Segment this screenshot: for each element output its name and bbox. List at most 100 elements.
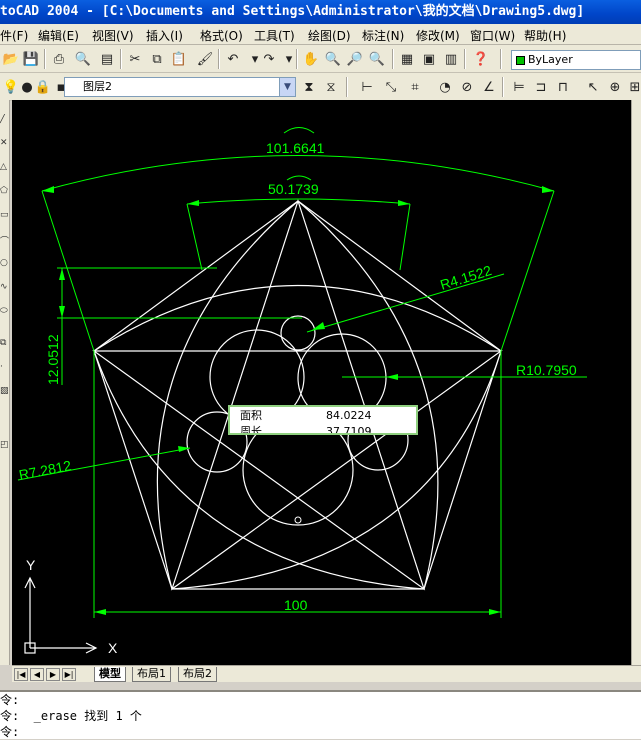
insert-block-icon[interactable]: ⧉ [0, 338, 10, 350]
chevron-down-icon[interactable]: ▼ [279, 78, 295, 96]
aligned-dim-icon[interactable]: ⤡ [380, 76, 402, 98]
leader-icon[interactable]: ↖ [582, 76, 604, 98]
layout-tabs-bar: |◀ ◀ ▶ ▶| 模型 布局1 布局2 [12, 665, 641, 682]
spline-icon[interactable]: ∿ [0, 282, 10, 294]
outer-arc-symbol [283, 127, 315, 134]
toolbar-separator [502, 77, 504, 97]
publish-icon[interactable]: ▤ [96, 48, 118, 70]
tool-palettes-icon[interactable]: ▥ [440, 48, 462, 70]
toolbar-separator [500, 49, 502, 69]
make-current-layer-icon[interactable]: ⧗ [298, 76, 320, 98]
menu-modify[interactable]: 修改(M) [416, 27, 460, 44]
continue-dim-icon[interactable]: ⊓ [552, 76, 574, 98]
menu-draw[interactable]: 绘图(D) [308, 27, 351, 44]
drawing-canvas[interactable]: 101.6641 50.1739 12.0512 R4.1522 R10.795… [12, 100, 631, 665]
paste-icon[interactable]: 📋 [168, 48, 190, 70]
print-preview-icon[interactable]: 🔍 [72, 48, 94, 70]
print-icon[interactable]: ⎙ [48, 48, 70, 70]
help-icon[interactable]: ❓ [470, 48, 492, 70]
ellipse-icon[interactable]: ⬭ [0, 306, 10, 318]
next-tab-icon[interactable]: ▶ [46, 668, 60, 681]
arrow-inner-left [187, 200, 199, 206]
point-icon[interactable]: · [0, 362, 10, 374]
hatch-icon[interactable]: ▧ [0, 386, 10, 398]
command-prompt[interactable]: 令: [0, 724, 19, 740]
tooltip-perimeter-label: 周长 [240, 425, 262, 435]
redo-icon[interactable]: ↷ [258, 48, 280, 70]
diameter-dim-icon[interactable]: ⊘ [456, 76, 478, 98]
polyline-icon[interactable]: △ [0, 162, 10, 174]
arc-left [156, 200, 299, 590]
zoom-realtime-icon[interactable]: 🔍 [322, 48, 344, 70]
arc-icon[interactable]: ⌒ [0, 234, 10, 246]
zoom-window-icon[interactable]: 🔎 [344, 48, 366, 70]
arrow-outer-left [42, 186, 54, 193]
radius-dim-icon[interactable]: ◔ [434, 76, 456, 98]
line-icon[interactable]: ╱ [0, 114, 10, 126]
circle-icon[interactable]: ○ [0, 258, 10, 270]
quick-dim-icon[interactable]: ⊨ [508, 76, 530, 98]
ucs-labels: Y X [26, 557, 118, 656]
rectangle-icon[interactable]: ▭ [0, 210, 10, 222]
color-combo[interactable]: ByLayer [511, 50, 641, 70]
tab-layout2[interactable]: 布局2 [178, 667, 217, 682]
last-tab-icon[interactable]: ▶| [62, 668, 76, 681]
menu-file[interactable]: 件(F) [0, 27, 28, 44]
layer-combo-value: 图层2 [83, 80, 112, 93]
tooltip-area-label: 面积 [240, 409, 262, 422]
angular-dim-icon[interactable]: ∠ [478, 76, 500, 98]
save-icon[interactable]: 💾 [20, 48, 42, 70]
first-tab-icon[interactable]: |◀ [14, 668, 28, 681]
draw-toolbar: ╱ ✕ △ ⬠ ▭ ⌒ ○ ∿ ⬭ ⧉ · ▧ ◰ [0, 100, 10, 665]
arrow-height-bottom [59, 306, 65, 318]
menu-insert[interactable]: 插入(I) [146, 27, 183, 44]
pan-icon[interactable]: ✋ [300, 48, 322, 70]
area-tooltip: 面积 84.0224 周长 37.7109 [228, 405, 418, 435]
color-swatch [516, 55, 525, 65]
command-window[interactable]: 令: 令: _erase 找到 1 个 令: [0, 690, 641, 739]
dimension-geometry [17, 127, 587, 618]
tolerance-icon[interactable]: ⊕ [604, 76, 626, 98]
vertical-scrollbar[interactable] [631, 100, 641, 665]
construction-line-icon[interactable]: ✕ [0, 138, 10, 150]
design-center-icon[interactable]: ▣ [418, 48, 440, 70]
command-history-line: 令: _erase 找到 1 个 [0, 709, 142, 723]
polygon-icon[interactable]: ⬠ [0, 186, 10, 198]
toolbar-separator [464, 49, 466, 69]
region-icon[interactable]: ◰ [0, 440, 10, 452]
toolbar-separator [296, 49, 298, 69]
tab-layout1[interactable]: 布局1 [132, 667, 171, 682]
tab-model[interactable]: 模型 [94, 667, 126, 682]
dim-text-base: 100 [284, 597, 308, 613]
cut-icon[interactable]: ✂ [124, 48, 146, 70]
prev-tab-icon[interactable]: ◀ [30, 668, 44, 681]
center-mark-icon[interactable]: ⊞ [624, 76, 641, 98]
match-properties-icon[interactable]: 🖌 [194, 48, 216, 70]
menu-view[interactable]: 视图(V) [92, 27, 134, 44]
baseline-dim-icon[interactable]: ⊐ [530, 76, 552, 98]
ordinate-dim-icon[interactable]: ⌗ [404, 76, 426, 98]
menu-dimension[interactable]: 标注(N) [362, 27, 404, 44]
dim-text-inner-arc: 50.1739 [268, 181, 319, 197]
dim-text-radius-large: R10.7950 [516, 362, 577, 378]
dim-text-outer-arc: 101.6641 [266, 140, 325, 156]
arrow-base-right [489, 609, 501, 615]
copy-icon[interactable]: ⧉ [146, 48, 168, 70]
layer-previous-icon[interactable]: ⧖ [320, 76, 342, 98]
menu-help[interactable]: 帮助(H) [524, 27, 566, 44]
menu-window[interactable]: 窗口(W) [470, 27, 515, 44]
menu-format[interactable]: 格式(O) [200, 27, 243, 44]
menu-tools[interactable]: 工具(T) [254, 27, 295, 44]
open-icon[interactable]: 📂 [0, 48, 22, 70]
linear-dim-icon[interactable]: ⊢ [356, 76, 378, 98]
zoom-previous-icon[interactable]: 🔍 [366, 48, 388, 70]
menu-edit[interactable]: 编辑(E) [38, 27, 79, 44]
undo-icon[interactable]: ↶ [222, 48, 244, 70]
arrow-radius-large [386, 374, 398, 380]
tooltip-area-value: 84.0224 [326, 409, 372, 422]
layer-combo[interactable]: 图层2 ▼ [64, 77, 296, 97]
properties-icon[interactable]: ▦ [396, 48, 418, 70]
arrow-inner-right [398, 200, 410, 206]
drawing-svg[interactable]: 101.6641 50.1739 12.0512 R4.1522 R10.795… [12, 100, 631, 665]
standard-toolbar: 📂 💾 ⎙ 🔍 ▤ ✂ ⧉ 📋 🖌 ↶ ▾ ↷ ▾ ✋ 🔍 🔎 🔍 ▦ ▣ ▥ … [0, 45, 641, 73]
